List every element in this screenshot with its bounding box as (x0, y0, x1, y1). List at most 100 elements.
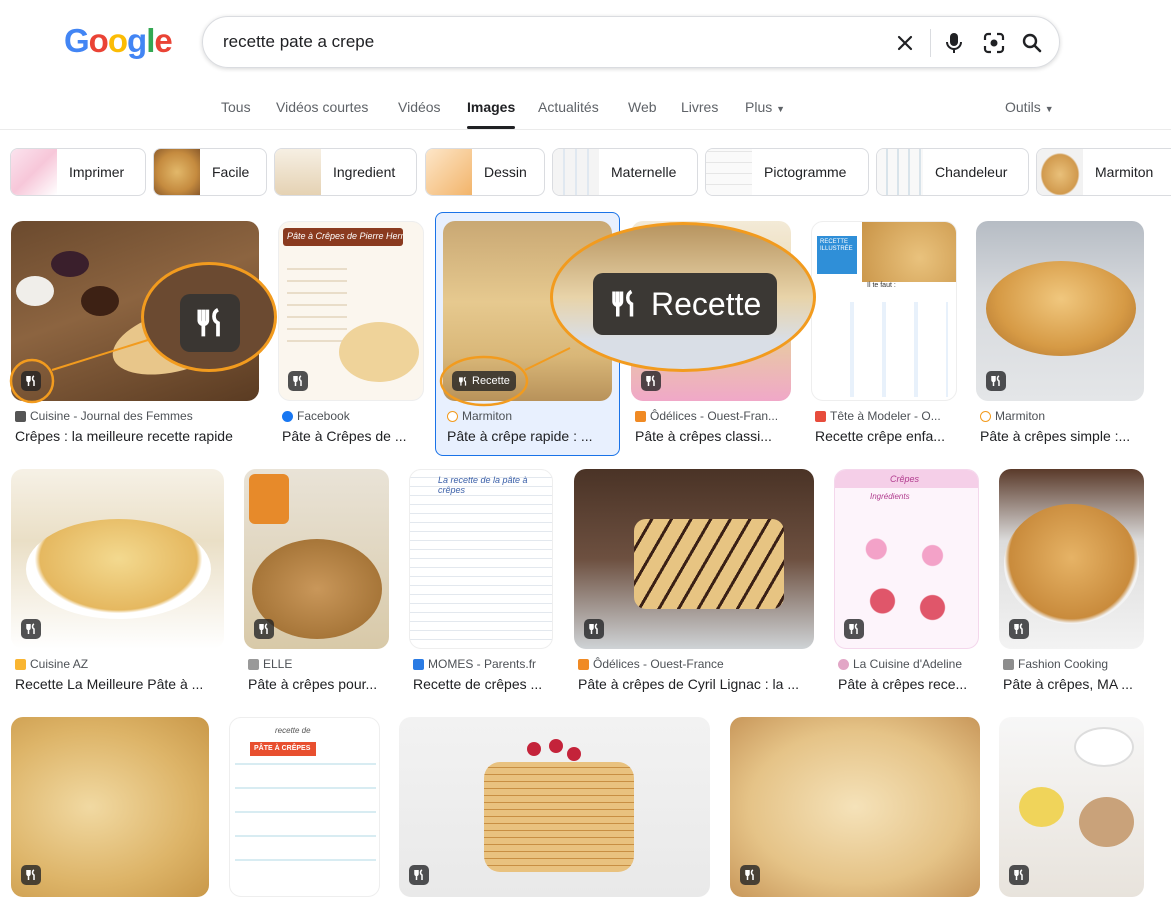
crepe-stack (1004, 504, 1139, 624)
result-title[interactable]: Pâte à crêpes, MA ... (1003, 676, 1143, 692)
chip-facile[interactable]: Facile (153, 148, 267, 196)
search-box[interactable]: recette pate a crepe (202, 16, 1060, 68)
recipe-badge-icon (584, 619, 604, 639)
zoom-callout-label: Recette (550, 222, 816, 372)
image-result[interactable]: Cuisine AZ Recette La Meilleure Pâte à .… (11, 469, 224, 694)
image-result[interactable]: RECETTE ILLUSTRÉE Il te faut : Tête à Mo… (811, 221, 957, 446)
chip-maternelle[interactable]: Maternelle (552, 148, 698, 196)
image-result[interactable]: ELLE Pâte à crêpes pour... (244, 469, 389, 694)
raspberry (567, 747, 581, 761)
chip-marmiton[interactable]: Marmiton (1036, 148, 1171, 196)
image-result[interactable]: Crêpes Ingrédients La Cuisine d'Adeline … (834, 469, 979, 694)
raspberry (549, 739, 563, 753)
recipe-badge-icon (21, 619, 41, 639)
result-title[interactable]: Recette de crêpes ... (413, 676, 553, 692)
recipe-badge-icon (288, 371, 308, 391)
tab-images[interactable]: Images (467, 99, 515, 115)
tab-actualites[interactable]: Actualités (538, 99, 599, 115)
result-title[interactable]: Pâte à crêpes pour... (248, 676, 388, 692)
result-source: Tête à Modeler - O... (830, 409, 941, 423)
image-title-text: PÂTE À CRÊPES (250, 742, 316, 756)
result-image[interactable] (11, 469, 224, 649)
recipe-badge-icon (1009, 619, 1029, 639)
search-tabs: Tous Vidéos courtes Vidéos Images Actual… (0, 96, 1171, 130)
site-favicon (635, 410, 646, 422)
result-title[interactable]: Pâte à crêpe rapide : ... (447, 428, 612, 444)
recipe-badge-icon (641, 371, 661, 391)
chip-imprimer[interactable]: Imprimer (10, 148, 146, 196)
result-title[interactable]: Recette La Meilleure Pâte à ... (15, 676, 225, 692)
image-caption: Il te faut : (867, 282, 896, 289)
site-favicon (15, 658, 26, 670)
image-result[interactable]: recette de PÂTE À CRÊPES (229, 717, 380, 897)
eggs-bowl (1079, 797, 1134, 847)
image-result[interactable]: Pâte à Crêpes de Pierre Hermé Facebook P… (278, 221, 424, 446)
image-result[interactable] (999, 717, 1144, 897)
microphone-icon[interactable] (940, 29, 968, 57)
marmiton-favicon (447, 410, 458, 422)
chocolate-bowl (81, 286, 119, 316)
image-result[interactable]: La recette de la pâte à crêpes MOMES - P… (409, 469, 553, 694)
result-image[interactable] (399, 717, 710, 897)
result-title[interactable]: Pâte à crêpes de Cyril Lignac : la ... (578, 676, 814, 692)
site-favicon (578, 658, 589, 670)
chip-thumbnail (553, 149, 599, 195)
chip-pictogramme[interactable]: Pictogramme (705, 148, 869, 196)
crepe-photo (862, 222, 956, 282)
image-result[interactable]: Fashion Cooking Pâte à crêpes, MA ... (999, 469, 1144, 694)
tab-videos[interactable]: Vidéos (398, 99, 441, 115)
result-source: Cuisine AZ (30, 657, 89, 671)
tab-videos-courtes[interactable]: Vidéos courtes (276, 99, 368, 115)
result-title[interactable]: Pâte à crêpes classi... (635, 428, 791, 444)
google-logo[interactable]: Google (64, 22, 173, 60)
result-image[interactable] (730, 717, 980, 897)
caret-down-icon: ▼ (776, 104, 786, 114)
chip-thumbnail (1037, 149, 1083, 195)
lens-camera-icon[interactable] (980, 29, 1008, 57)
caret-down-icon: ▼ (1044, 104, 1054, 114)
result-image[interactable]: RECETTE ILLUSTRÉE Il te faut : (811, 221, 957, 401)
site-favicon (248, 658, 259, 670)
result-source: ELLE (263, 657, 293, 671)
search-icon[interactable] (1018, 29, 1046, 57)
result-image[interactable]: recette de PÂTE À CRÊPES (229, 717, 380, 897)
step-illustrations (845, 510, 970, 640)
jam-bowl (51, 251, 89, 277)
butter-cup (1019, 787, 1064, 827)
result-title[interactable]: Pâte à Crêpes de ... (282, 428, 422, 444)
search-divider (930, 29, 931, 57)
image-result[interactable] (399, 717, 710, 897)
result-title[interactable]: Recette crêpe enfa... (815, 428, 955, 444)
recipe-badge-icon (844, 619, 864, 639)
recipe-badge-icon (986, 371, 1006, 391)
zoomed-recipe-label-badge: Recette (593, 273, 778, 335)
image-result[interactable]: Marmiton Pâte à crêpes simple :... (976, 221, 1144, 446)
result-source: Marmiton (462, 409, 513, 423)
recipe-badge-icon (21, 371, 41, 391)
tab-web[interactable]: Web (628, 99, 657, 115)
result-image[interactable] (574, 469, 814, 649)
steps-grid (822, 302, 948, 397)
site-favicon (815, 410, 826, 422)
search-input[interactable]: recette pate a crepe (223, 32, 374, 52)
result-title[interactable]: Crêpes : la meilleure recette rapide (15, 428, 255, 444)
image-result[interactable] (11, 717, 209, 897)
chip-dessin[interactable]: Dessin (425, 148, 545, 196)
image-result[interactable]: Ôdélices - Ouest-France Pâte à crêpes de… (574, 469, 814, 694)
zoom-callout-icon (141, 262, 277, 372)
chip-chandeleur[interactable]: Chandeleur (876, 148, 1029, 196)
image-result[interactable] (730, 717, 980, 897)
result-title[interactable]: Pâte à crêpes simple :... (980, 428, 1145, 444)
result-image[interactable]: La recette de la pâte à crêpes (409, 469, 553, 649)
site-favicon (1003, 658, 1014, 670)
image-subtitle-text: recette de (275, 726, 311, 735)
tab-plus[interactable]: Plus ▼ (745, 99, 785, 115)
chip-ingredient[interactable]: Ingredient (274, 148, 417, 196)
image-title-text: Crêpes (890, 474, 920, 484)
clear-icon[interactable] (891, 29, 919, 57)
result-title[interactable]: Pâte à crêpes rece... (838, 676, 978, 692)
tab-livres[interactable]: Livres (681, 99, 718, 115)
tab-tous[interactable]: Tous (221, 99, 251, 115)
chip-thumbnail (275, 149, 321, 195)
tools-button[interactable]: Outils ▼ (1005, 99, 1054, 115)
